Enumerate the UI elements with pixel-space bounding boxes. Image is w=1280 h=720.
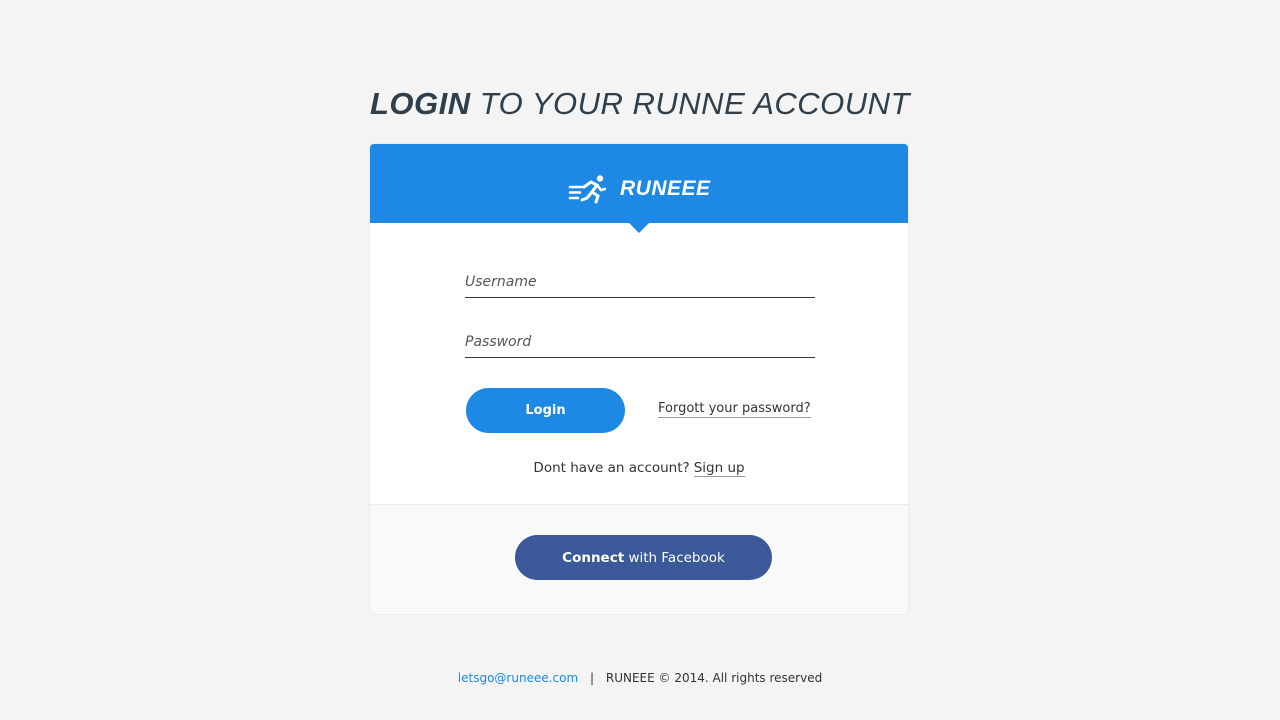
facebook-connect-strong: Connect <box>562 549 625 566</box>
brand-name: RUNEEE <box>620 177 711 200</box>
password-input[interactable] <box>465 322 815 357</box>
brand: RUNEEE <box>568 174 711 204</box>
signup-prompt: Dont have an account? Sign up <box>370 460 908 477</box>
header-notch <box>629 223 649 233</box>
social-login-area: Connect with Facebook <box>370 504 908 614</box>
page-title-rest: TO YOUR RUNNE ACCOUNT <box>479 86 910 121</box>
facebook-connect-rest: with Facebook <box>628 549 725 566</box>
password-field[interactable] <box>465 322 815 358</box>
signup-prompt-text: Dont have an account? <box>533 460 690 476</box>
page-title: LOGIN TO YOUR RUNNE ACCOUNT <box>0 84 1280 124</box>
username-input[interactable] <box>465 262 815 297</box>
runner-icon <box>568 175 606 204</box>
copyright-text: RUNEEE © 2014. All rights reserved <box>605 671 823 685</box>
forgot-password-link[interactable]: Forgott your password? <box>658 401 811 418</box>
contact-email-link[interactable]: letsgo@runeee.com <box>458 671 578 685</box>
login-card: RUNEEE Login Forgott your password? Dont… <box>370 144 908 614</box>
signup-link[interactable]: Sign up <box>693 460 745 477</box>
login-page: LOGIN TO YOUR RUNNE ACCOUNT RUNEEE Usern… <box>0 0 1280 720</box>
login-button[interactable]: Login <box>466 388 625 433</box>
page-footer: letsgo@runeee.com | RUNEEE © 2014. All r… <box>0 671 1280 685</box>
footer-separator: | <box>590 671 595 685</box>
username-field[interactable] <box>465 262 815 298</box>
facebook-connect-button[interactable]: Connect with Facebook <box>515 535 772 580</box>
card-header: RUNEEE <box>370 144 908 233</box>
page-title-strong: LOGIN <box>370 86 471 121</box>
